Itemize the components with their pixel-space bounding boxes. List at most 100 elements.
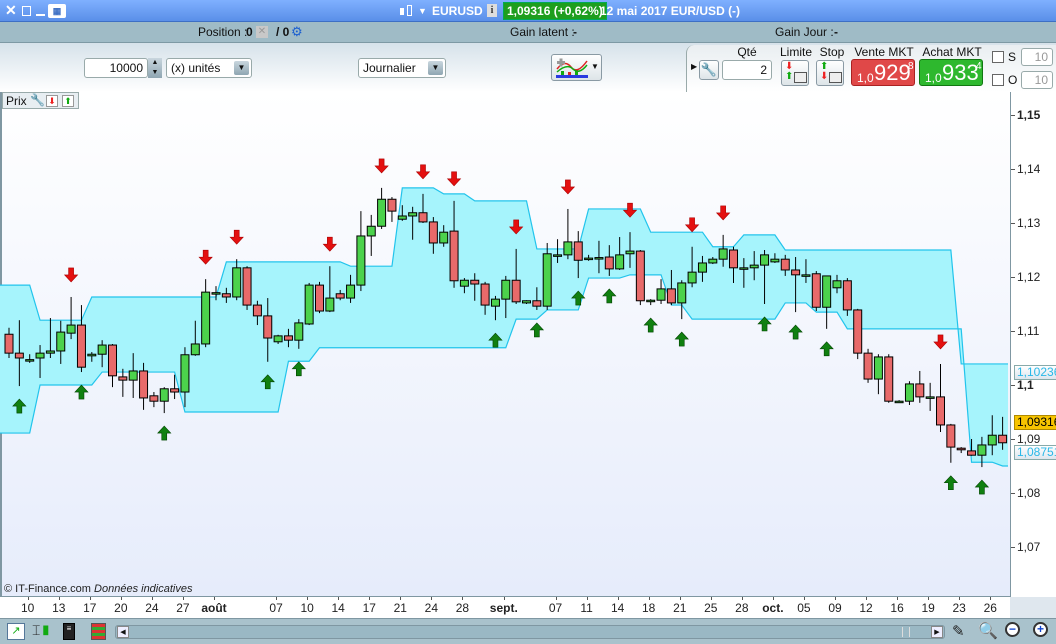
horizontal-scrollbar[interactable]: ◀ ▶ xyxy=(115,625,945,639)
draw-tool-icon[interactable]: ✎ xyxy=(952,622,965,640)
candle-up xyxy=(25,359,35,362)
position-bar: Position : 0 ✕ / 0 ⚙ Gain latent : - Gai… xyxy=(0,22,1056,43)
chevron-down-icon[interactable]: ▼ xyxy=(418,6,427,16)
candle-down xyxy=(967,450,977,456)
scroll-left-button[interactable]: ◀ xyxy=(117,626,129,638)
candle-down xyxy=(604,256,614,270)
quantity-input[interactable]: 10000 xyxy=(84,58,148,78)
wrench-icon[interactable]: 🔧 xyxy=(30,93,45,107)
s-input[interactable]: 10 xyxy=(1021,48,1053,66)
position-total: / 0 xyxy=(276,25,290,39)
candles-icon[interactable]: ⌶▮ xyxy=(32,622,51,639)
stop-label: Stop xyxy=(819,45,845,59)
x-tick-label: 21 xyxy=(393,601,407,615)
candle-up xyxy=(677,282,687,304)
x-tick-label: 16 xyxy=(890,601,904,615)
x-tick-label: 28 xyxy=(455,601,470,615)
candle-up xyxy=(615,254,625,270)
keyboard-icon[interactable]: ▦ xyxy=(48,4,66,18)
candle-up xyxy=(708,258,718,264)
info-icon[interactable]: i xyxy=(487,4,497,17)
arrow-down-icon: ⬇ xyxy=(820,71,829,82)
period-select[interactable]: Journalier ▼ xyxy=(358,58,446,78)
candle-up xyxy=(832,280,842,289)
x-tick-mark xyxy=(928,597,930,600)
candle-up xyxy=(718,248,728,260)
x-tick-label: 26 xyxy=(983,601,997,615)
position-label: Position : xyxy=(198,25,248,39)
x-tick-mark xyxy=(648,597,650,600)
quantity-stepper[interactable]: ▲ ▼ xyxy=(148,58,162,78)
sell-market-button[interactable]: 1,0 929 8 xyxy=(851,59,915,86)
expand-arrow-icon[interactable]: ▶ xyxy=(691,62,697,71)
o-label: O xyxy=(1008,73,1018,87)
list-icon[interactable]: ≡ xyxy=(63,623,75,640)
candle-up xyxy=(801,274,811,277)
candle-up xyxy=(356,235,366,286)
o-input[interactable]: 10 xyxy=(1021,71,1053,89)
zoom-out-icon[interactable]: − xyxy=(1005,622,1020,637)
stop-order-button[interactable]: ⬆ ⬇ xyxy=(816,60,844,86)
limit-order-button[interactable]: ⬇ ⬆ xyxy=(781,60,809,86)
candle-up xyxy=(56,331,66,352)
gear-icon[interactable]: ⚙ xyxy=(291,24,303,40)
x-tick-label: 14 xyxy=(610,601,625,615)
buy-arrow-icon xyxy=(643,317,658,333)
buy-arrow-icon xyxy=(529,322,545,338)
candle-down xyxy=(811,273,821,308)
x-tick-label: 12 xyxy=(859,601,873,615)
sell-signal-icon[interactable]: ⬇ xyxy=(46,95,58,107)
buy-signal-icon[interactable]: ⬆ xyxy=(62,95,74,107)
close-icon[interactable]: ✕ xyxy=(5,2,17,19)
o-checkbox[interactable] xyxy=(992,74,1004,86)
candle-down xyxy=(263,315,273,339)
price-change-badge: 1,09316 (+0,62%) xyxy=(503,2,607,20)
sell-label: Vente MKT xyxy=(854,45,914,59)
y-tick-label: 1,11 xyxy=(1017,324,1040,338)
x-tick-label: 27 xyxy=(176,601,190,615)
scroll-thumb[interactable] xyxy=(902,627,910,637)
qty-input[interactable]: 2 xyxy=(722,60,772,80)
x-tick-mark xyxy=(990,597,992,600)
buy-market-button[interactable]: 1,0 933 4 xyxy=(919,59,983,86)
close-position-icon[interactable]: ✕ xyxy=(256,26,268,38)
zoom-fit-icon[interactable]: 🔍 xyxy=(978,621,998,641)
arrow-up-icon: ⬆ xyxy=(785,71,794,82)
minimize-icon[interactable] xyxy=(36,14,45,16)
unit-select[interactable]: (x) unités ▼ xyxy=(166,58,252,78)
candlestick-icon[interactable] xyxy=(400,5,414,17)
zoom-in-icon[interactable]: + xyxy=(1033,622,1048,637)
y-axis[interactable]: 1,15 1,14 1,13 1,12 1,11 1,1 1,09 1,08 1,07 1,102… xyxy=(1010,92,1056,597)
indicator-button[interactable]: ▼ xyxy=(551,54,602,81)
sell-arrow-icon xyxy=(63,267,79,283)
y-tick-mark xyxy=(1011,439,1015,440)
x-tick-label: 17 xyxy=(83,601,97,615)
chart-type-icon[interactable]: ↗ xyxy=(7,623,25,640)
candle-up xyxy=(346,284,356,299)
candle-down xyxy=(428,221,438,244)
watermark: © IT-Finance.com Données indicatives xyxy=(4,583,192,595)
buy-arrow-icon xyxy=(943,475,959,491)
wrench-icon[interactable]: 🔧 xyxy=(699,60,719,80)
y-tick-label: 1,07 xyxy=(1017,540,1041,554)
maximize-icon[interactable] xyxy=(22,6,31,16)
candle-up xyxy=(873,356,883,380)
scroll-right-button[interactable]: ▶ xyxy=(931,626,943,638)
buy-price-main: 933 xyxy=(942,60,979,85)
x-axis[interactable]: 10 13 17 20 24 27 août 07 10 14 17 21 24 28 sept. 07 11 1… xyxy=(0,597,1010,618)
candle-up xyxy=(749,264,759,269)
watermark-brand: © IT-Finance.com xyxy=(4,583,91,595)
y-tick-mark xyxy=(1011,223,1015,224)
candle-up xyxy=(35,352,45,359)
x-tick-label: 05 xyxy=(797,601,811,615)
candle-up xyxy=(273,335,283,343)
x-tick-label: 23 xyxy=(952,601,966,615)
candle-down xyxy=(729,249,738,269)
band-price-tag: 1,10236 xyxy=(1014,365,1056,381)
depth-icon[interactable] xyxy=(91,623,106,640)
candle-down xyxy=(884,356,894,402)
symbol-label[interactable]: EURUSD xyxy=(432,4,483,18)
candle-up xyxy=(408,212,418,217)
price-chart[interactable]: Prix 🔧 ⬇ ⬆ © IT-Finance.com Données indi… xyxy=(0,92,1010,597)
s-checkbox[interactable] xyxy=(992,51,1004,63)
